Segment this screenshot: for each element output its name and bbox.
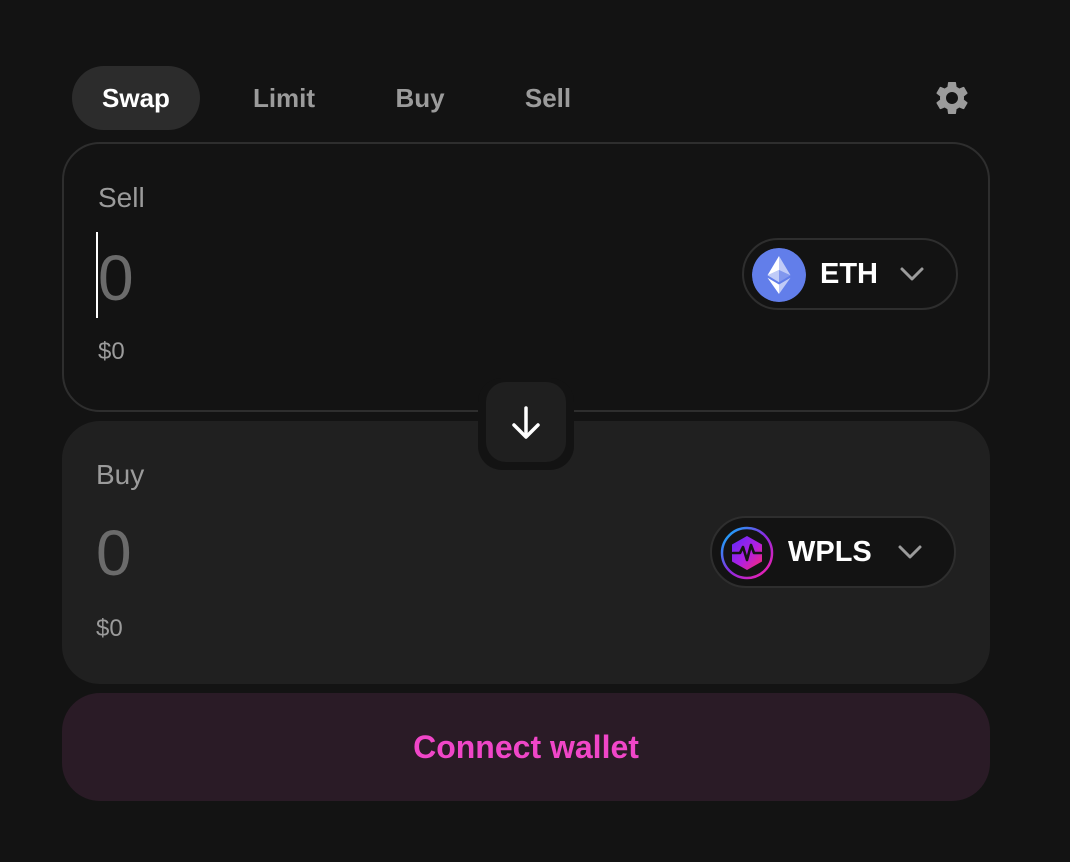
sell-label: Sell	[98, 182, 145, 213]
ethereum-logo-icon	[752, 248, 806, 302]
tab-sell[interactable]: Sell	[496, 66, 600, 130]
buy-amount-input[interactable]: 0	[96, 521, 132, 585]
buy-fiat-value: $0	[96, 615, 123, 642]
buy-token-symbol: WPLS	[788, 536, 872, 568]
arrow-down-icon	[512, 406, 540, 439]
tab-limit[interactable]: Limit	[232, 66, 336, 130]
sell-token-symbol: ETH	[820, 258, 878, 290]
sell-panel: Sell 0 $0 ETH	[62, 142, 990, 412]
switch-button-frame	[478, 378, 574, 470]
connect-wallet-button[interactable]: Connect wallet	[62, 693, 990, 801]
tab-swap[interactable]: Swap	[72, 66, 200, 130]
buy-token-selector[interactable]: WPLS	[710, 516, 956, 588]
switch-tokens-button[interactable]	[486, 382, 566, 462]
swap-page: Swap Limit Buy Sell Sell 0 $0 ETH Buy 0 …	[0, 0, 1070, 862]
gear-icon	[936, 81, 968, 114]
sell-amount-input[interactable]: 0	[98, 246, 134, 310]
chevron-down-icon	[900, 267, 924, 281]
sell-fiat-value: $0	[98, 338, 125, 365]
settings-button[interactable]	[932, 78, 972, 118]
tab-buy[interactable]: Buy	[368, 66, 472, 130]
sell-token-selector[interactable]: ETH	[742, 238, 958, 310]
buy-label: Buy	[96, 459, 145, 490]
trade-tabs: Swap Limit Buy Sell	[72, 66, 976, 130]
chevron-down-icon	[898, 545, 922, 559]
pulsechain-logo-icon	[720, 526, 774, 580]
